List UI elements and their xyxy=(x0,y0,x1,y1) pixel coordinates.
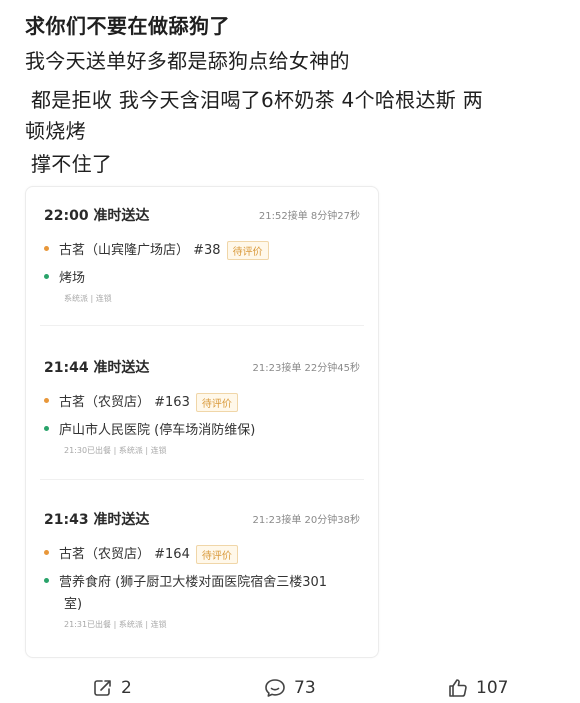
destination-name-continued: 室) xyxy=(64,597,83,612)
share-button[interactable]: 2 xyxy=(93,678,132,698)
order-screenshot-card: 22:00 准时送达 21:52接单 8分钟27秒 古茗（山宾隆广场店） #38… xyxy=(25,186,379,658)
like-count: 107 xyxy=(476,678,509,698)
destination-dot-icon xyxy=(44,274,49,279)
pending-review-badge: 待评价 xyxy=(226,241,269,260)
destination-dot-icon xyxy=(44,426,49,431)
store-dot-icon xyxy=(44,398,49,403)
post: 求你们不要在做舔狗了 我今天送单好多都是舔狗点给女神的 都是拒收 我今天含泪喝了… xyxy=(0,0,580,703)
like-button[interactable]: 107 xyxy=(448,678,508,698)
store-row: 古茗（农贸店） #164 待评价 xyxy=(44,543,238,564)
like-icon xyxy=(449,679,467,697)
pending-review-badge: 待评价 xyxy=(195,545,238,564)
pending-review-badge: 待评价 xyxy=(195,393,238,412)
order-sub-info: 21:31已出餐 | 系统派 | 连锁 xyxy=(64,620,167,629)
action-bar: 2 73 107 xyxy=(0,672,580,703)
order-meta: 21:23接单 20分钟38秒 xyxy=(252,515,360,526)
destination-name: 烤场 xyxy=(59,271,86,286)
comment-icon xyxy=(265,679,285,697)
destination-row: 烤场 xyxy=(44,267,85,286)
post-title: 求你们不要在做舔狗了 xyxy=(25,14,230,38)
divider xyxy=(40,479,364,480)
comment-count: 73 xyxy=(294,678,316,698)
delivery-time: 22:00 准时送达 xyxy=(44,208,150,224)
share-icon xyxy=(94,680,111,696)
order-meta: 21:52接单 8分钟27秒 xyxy=(258,211,360,222)
store-dot-icon xyxy=(44,246,49,251)
destination-dot-icon xyxy=(44,578,49,583)
store-name: 古茗（农贸店） #164 xyxy=(59,547,190,562)
destination-row: 庐山市人民医院 (停车场消防维保) xyxy=(44,419,255,438)
store-row: 古茗（山宾隆广场店） #38 待评价 xyxy=(44,239,269,260)
store-row: 古茗（农贸店） #163 待评价 xyxy=(44,391,238,412)
store-name: 古茗（山宾隆广场店） #38 xyxy=(59,243,221,258)
post-body-line: 都是拒收 我今天含泪喝了6杯奶茶 4个哈根达斯 两 xyxy=(31,88,484,112)
post-body-line: 撑不住了 xyxy=(31,152,113,176)
comment-button[interactable]: 73 xyxy=(264,678,316,698)
destination-row: 营养食府 (狮子厨卫大楼对面医院宿舍三楼301 xyxy=(44,571,327,590)
delivery-time: 21:43 准时送达 xyxy=(44,512,150,528)
destination-name: 营养食府 (狮子厨卫大楼对面医院宿舍三楼301 xyxy=(59,575,328,590)
divider xyxy=(40,325,364,326)
delivery-time: 21:44 准时送达 xyxy=(44,360,150,376)
order-sub-info: 系统派 | 连锁 xyxy=(64,294,112,303)
store-dot-icon xyxy=(44,550,49,555)
order-sub-info: 21:30已出餐 | 系统派 | 连锁 xyxy=(64,446,167,455)
post-body-line: 我今天送单好多都是舔狗点给女神的 xyxy=(25,49,350,73)
store-name: 古茗（农贸店） #163 xyxy=(59,395,190,410)
destination-name: 庐山市人民医院 (停车场消防维保) xyxy=(59,423,256,438)
order-meta: 21:23接单 22分钟45秒 xyxy=(252,363,360,374)
post-body-line: 顿烧烤 xyxy=(25,119,86,143)
share-count: 2 xyxy=(121,678,132,698)
